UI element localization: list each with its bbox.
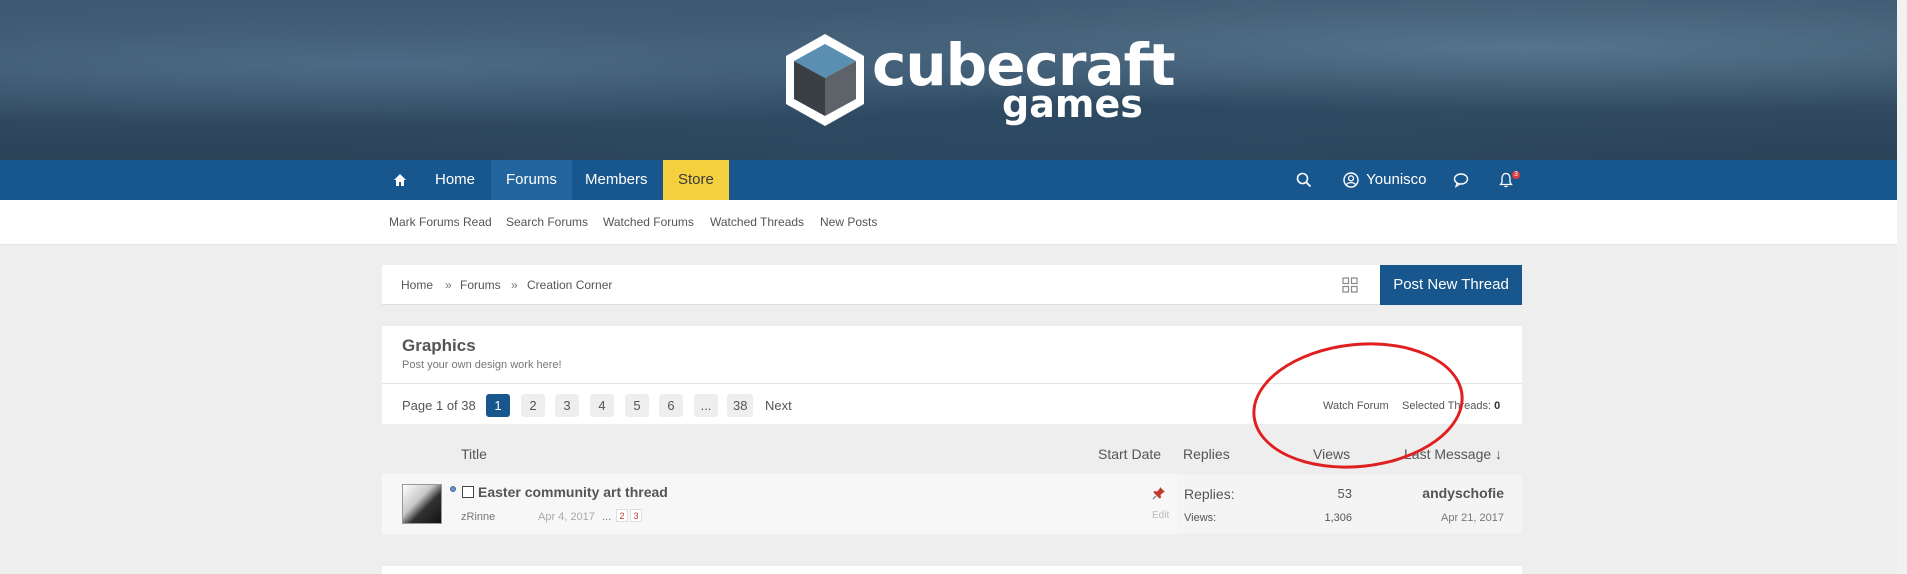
forum-title: Graphics: [402, 336, 476, 355]
breadcrumb-separator: »: [445, 278, 452, 292]
column-replies[interactable]: Replies: [1183, 446, 1230, 462]
subnav-search-forums[interactable]: Search Forums: [506, 200, 588, 245]
nav-forums[interactable]: Forums: [491, 160, 572, 200]
subnav-new-posts[interactable]: New Posts: [820, 200, 877, 245]
next-table-row: [382, 566, 1522, 574]
views-count: 1,306: [1324, 512, 1352, 524]
subnav-watched-forums[interactable]: Watched Forums: [603, 200, 694, 245]
last-message-date[interactable]: Apr 21, 2017: [1362, 511, 1504, 525]
pin-icon: [1152, 486, 1166, 503]
breadcrumb-forums[interactable]: Forums: [460, 265, 501, 305]
breadcrumb: Home » Forums » Creation Corner: [382, 265, 1522, 305]
username-label: Younisco: [1366, 171, 1427, 188]
grid-icon[interactable]: [1342, 277, 1358, 293]
nav-home[interactable]: Home: [420, 160, 490, 200]
thread-start-date: Apr 4, 2017: [538, 511, 595, 523]
page-ellipsis[interactable]: ...: [694, 394, 718, 417]
table-row[interactable]: Easter community art thread zRinne Apr 4…: [382, 474, 1522, 534]
page-38-button[interactable]: 38: [727, 394, 754, 417]
next-page-link[interactable]: Next: [765, 396, 792, 416]
page-1-button[interactable]: 1: [486, 394, 510, 417]
thread-page-2-link[interactable]: 2: [616, 509, 628, 522]
cubecraft-logo[interactable]: cubecraft games: [780, 30, 1176, 130]
page-6-button[interactable]: 6: [659, 394, 683, 417]
forum-description: Post your own design work here!: [402, 359, 562, 371]
column-title[interactable]: Title: [461, 446, 487, 462]
page-4-button[interactable]: 4: [590, 394, 614, 417]
thread-pages-ellipsis: ...: [602, 511, 612, 523]
sub-nav: Mark Forums Read Search Forums Watched F…: [0, 200, 1907, 245]
post-new-thread-button[interactable]: Post New Thread: [1380, 265, 1522, 305]
user-icon: [1343, 172, 1359, 188]
page-label: Page 1 of 38: [402, 398, 476, 413]
logo-word-games: games: [1002, 82, 1143, 126]
thread-page-3-link[interactable]: 3: [630, 509, 642, 522]
thread-edit-link[interactable]: Edit: [1152, 510, 1169, 521]
column-start-date[interactable]: Start Date: [1098, 446, 1161, 462]
chat-icon[interactable]: [1453, 160, 1469, 200]
breadcrumb-separator: »: [511, 278, 518, 292]
thread-title-link[interactable]: Easter community art thread: [478, 484, 668, 500]
search-icon[interactable]: [1296, 160, 1312, 200]
unread-indicator-icon: [450, 486, 456, 492]
nav-members[interactable]: Members: [570, 160, 663, 200]
selected-threads-count: 0: [1494, 400, 1501, 412]
scrollbar[interactable]: [1897, 0, 1907, 574]
main-nav: Home Forums Members Store Younisco 3: [0, 160, 1907, 200]
subnav-mark-forums-read[interactable]: Mark Forums Read: [389, 200, 492, 245]
bell-icon[interactable]: [1498, 160, 1514, 200]
thread-main-cell: [382, 474, 1177, 534]
user-menu[interactable]: Younisco: [1343, 160, 1427, 200]
page-3-button[interactable]: 3: [555, 394, 579, 417]
header-banner: cubecraft games: [0, 0, 1907, 160]
breadcrumb-home[interactable]: Home: [401, 265, 433, 305]
page-2-button[interactable]: 2: [521, 394, 545, 417]
home-icon[interactable]: [382, 160, 418, 200]
page-5-button[interactable]: 5: [625, 394, 649, 417]
breadcrumb-creation-corner[interactable]: Creation Corner: [527, 265, 612, 305]
thread-select-checkbox[interactable]: [462, 486, 474, 498]
cube-logo-icon: [786, 34, 864, 126]
notification-badge: 3: [1512, 171, 1520, 179]
avatar[interactable]: [402, 484, 442, 524]
thread-author[interactable]: zRinne: [461, 510, 495, 524]
nav-store[interactable]: Store: [663, 160, 729, 200]
views-label: Views:: [1184, 512, 1217, 524]
subnav-watched-threads[interactable]: Watched Threads: [710, 200, 804, 245]
replies-count: 53: [1337, 486, 1352, 501]
replies-label: Replies:: [1184, 486, 1235, 502]
last-message-user[interactable]: andyschofie: [1362, 485, 1504, 501]
